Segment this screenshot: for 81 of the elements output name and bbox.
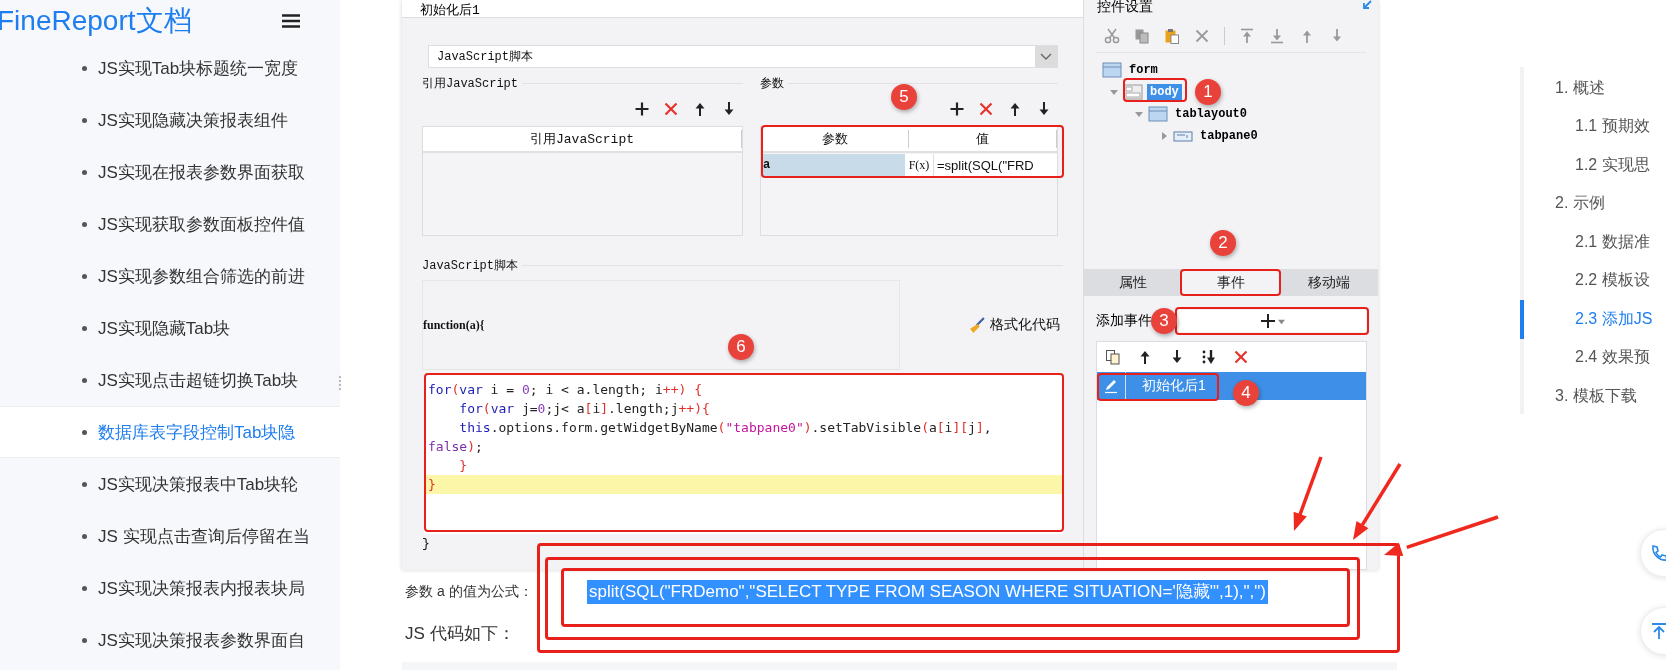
formula-button[interactable]: F(x)	[905, 154, 933, 176]
section-title: 引用JavaScript	[422, 75, 518, 92]
widget-icon	[1123, 84, 1143, 100]
column-header: 引用JavaScript	[423, 130, 742, 148]
section-title: JavaScript脚本	[422, 257, 518, 274]
nav-item[interactable]: JS实现决策报表参数界面自	[0, 614, 340, 666]
tree-item[interactable]: form	[1126, 62, 1161, 78]
annotation-frame	[1123, 78, 1187, 102]
widget-icon	[1102, 62, 1122, 78]
tree-item[interactable]: tabpane0	[1197, 128, 1261, 144]
plus-icon[interactable]	[634, 101, 650, 117]
scissors-icon[interactable]	[1104, 28, 1120, 44]
toc-link[interactable]: 2.2 模板设	[1520, 261, 1666, 300]
body-text: JS 代码如下：	[404, 623, 516, 645]
broom-icon	[968, 316, 985, 334]
toc-link[interactable]: 1. 概述	[1520, 69, 1666, 108]
format-code-button[interactable]: 格式化代码	[968, 316, 1060, 334]
selected-text: split(SQL("FRDemo","SELECT TYPE FROM SEASON WHERE SITUATION='隐藏'",1),",")	[587, 580, 1268, 604]
table-cell[interactable]: a	[761, 154, 905, 176]
code-line: false);	[427, 438, 484, 456]
caret-down-icon[interactable]	[1134, 109, 1144, 119]
toc-link[interactable]: 2.1 数据准	[1520, 223, 1666, 262]
paste-icon[interactable]	[1164, 28, 1180, 44]
code-line: for(var j=0;j< a[i].length;j++){	[458, 400, 711, 418]
logo-text[interactable]: FineReport文档	[0, 2, 192, 40]
delete-icon[interactable]	[978, 101, 994, 117]
field-label: 添加事件	[1096, 312, 1152, 330]
code-editor[interactable]: for(var i = 0; i < a.length; i++) { for(var j=0;j< a[i].length;j++){ this.options.form.getWidgetByName("tabpane0").setTabVisible(a[i][j], false); } }	[424, 374, 1063, 534]
code-line: this.options.form.getWidgetByName("tabpane0").setTabVisible(a[i][j],	[458, 419, 993, 437]
move-to-top-icon[interactable]	[1239, 28, 1255, 44]
plus-icon	[1260, 313, 1276, 329]
toc-link[interactable]: 2.3 添加JS	[1520, 300, 1666, 339]
nav-item[interactable]: 数据库表字段控制Tab块隐	[0, 406, 340, 458]
menu-icon[interactable]	[282, 14, 300, 28]
toc-link[interactable]: 3. 模板下载	[1520, 377, 1666, 416]
nav-item[interactable]: JS实现点击超链切换Tab块	[0, 354, 340, 406]
caret-icon	[1278, 317, 1285, 325]
grip-icon[interactable]	[338, 375, 342, 391]
back-to-top-icon	[1649, 621, 1666, 641]
code-line: function(a){	[423, 317, 485, 333]
copy-icon[interactable]	[1105, 349, 1121, 365]
nav-item[interactable]: JS实现Tab块标题统一宽度	[0, 42, 340, 94]
nav-item[interactable]: JS实现决策报表内报表块局	[0, 562, 340, 614]
widget-icon	[1173, 128, 1193, 144]
type-dropdown[interactable]: JavaScript脚本	[428, 45, 1058, 68]
delete-icon[interactable]	[1194, 28, 1210, 44]
code-line: }	[458, 457, 469, 475]
collapse-icon[interactable]	[1362, 0, 1372, 10]
toc-link[interactable]: 1.2 实现思	[1520, 146, 1666, 185]
plus-icon[interactable]	[949, 101, 965, 117]
nav-item[interactable]: JS实现在报表参数界面获取	[0, 146, 340, 198]
caret-down-icon[interactable]	[1109, 87, 1119, 97]
nav-item[interactable]: JS实现参数组合筛选的前进	[0, 250, 340, 302]
section-title: 参数	[760, 75, 784, 92]
nav-item[interactable]: JS实现获取参数面板控件值	[0, 198, 340, 250]
tab[interactable]: 属性	[1084, 269, 1182, 296]
body-text: 参数 a 的值为公式：	[405, 583, 534, 601]
nav-item[interactable]: JS实现隐藏Tab块	[0, 302, 340, 354]
nav-item[interactable]: JS 实现点击查询后停留在当	[0, 510, 340, 562]
tab[interactable]: 移动端	[1280, 269, 1378, 296]
code-line: }	[422, 535, 431, 553]
column-header: 参数	[761, 130, 909, 148]
delete-icon[interactable]	[1233, 349, 1249, 365]
nav-item[interactable]: JS实现隐藏决策报表组件	[0, 94, 340, 146]
dialog-title: 初始化后1	[419, 4, 480, 17]
caret-right-icon[interactable]	[1159, 131, 1169, 141]
value-field[interactable]: =split(SQL("FRD	[933, 154, 1057, 176]
toc-link[interactable]: 1.1 预期效	[1520, 107, 1666, 146]
toc-link[interactable]: 2.4 效果预	[1520, 338, 1666, 377]
delete-icon[interactable]	[663, 101, 679, 117]
panel-title: 控件设置	[1097, 0, 1153, 12]
toc-link[interactable]: 2. 示例	[1520, 184, 1666, 223]
move-to-bottom-icon[interactable]	[1269, 28, 1285, 44]
phone-icon	[1649, 543, 1666, 563]
chevron-down-icon[interactable]	[1035, 46, 1057, 67]
nav-item[interactable]: JS实现决策报表中Tab块轮	[0, 458, 340, 510]
column-header: 值	[909, 130, 1057, 148]
move-to-end-icon[interactable]	[1201, 349, 1217, 365]
tree-item[interactable]: tablayout0	[1172, 106, 1250, 122]
code-line: for(var i = 0; i < a.length; i++) {	[427, 381, 703, 399]
widget-icon	[1148, 106, 1168, 122]
